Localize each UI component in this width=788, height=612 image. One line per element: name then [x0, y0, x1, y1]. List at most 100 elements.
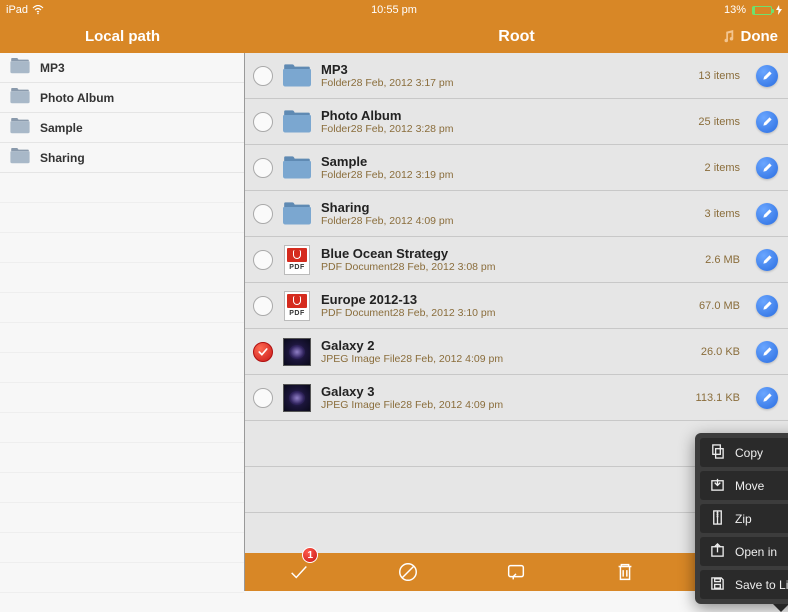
file-row[interactable]: Galaxy 3JPEG Image File28 Feb, 2012 4:09… [245, 375, 788, 421]
file-size: 13 items [698, 70, 740, 82]
menu-item-move[interactable]: Move [700, 471, 788, 500]
main-pane: MP3Folder28 Feb, 2012 3:17 pm 13 items Pho… [245, 53, 788, 591]
done-button[interactable]: Done [721, 28, 779, 45]
file-type: PDF Document [321, 261, 393, 273]
file-type: PDF Document [321, 307, 393, 319]
file-row[interactable]: PDF Europe 2012-13PDF Document28 Feb, 201… [245, 283, 788, 329]
row-checkbox[interactable] [253, 296, 273, 316]
sidebar-item-mp3[interactable]: MP3 [0, 53, 244, 83]
row-checkbox[interactable] [253, 388, 273, 408]
battery-pct: 13% [724, 4, 746, 16]
cancel-circle-icon [397, 561, 419, 583]
file-info: MP3Folder28 Feb, 2012 3:17 pm [321, 62, 688, 89]
charging-icon [776, 5, 782, 15]
menu-item-open-in[interactable]: Open in [700, 537, 788, 566]
file-date: 28 Feb, 2012 3:10 pm [393, 307, 496, 319]
menu-label: Copy [735, 446, 763, 460]
sidebar-label: MP3 [40, 61, 65, 75]
file-row[interactable]: Galaxy 2JPEG Image File28 Feb, 2012 4:09… [245, 329, 788, 375]
file-info: Galaxy 3JPEG Image File28 Feb, 2012 4:09… [321, 384, 686, 411]
selection-badge: 1 [302, 547, 318, 563]
delete-button[interactable] [600, 553, 650, 591]
menu-label: Zip [735, 512, 752, 526]
edit-button[interactable] [756, 387, 778, 409]
status-time: 10:55 pm [371, 4, 417, 16]
file-info: SampleFolder28 Feb, 2012 3:19 pm [321, 154, 695, 181]
nav-right-title: Root [498, 28, 534, 46]
select-all-button[interactable]: 1 [274, 553, 324, 591]
row-checkbox[interactable] [253, 158, 273, 178]
file-type: JPEG Image File [321, 353, 400, 365]
row-checkbox[interactable] [253, 342, 273, 362]
folder-icon [10, 58, 30, 77]
file-size: 25 items [698, 116, 740, 128]
file-type: Folder [321, 169, 351, 181]
sidebar-item-sample[interactable]: Sample [0, 113, 244, 143]
file-info: Blue Ocean StrategyPDF Document28 Feb, 2… [321, 246, 695, 273]
row-checkbox[interactable] [253, 66, 273, 86]
context-menu: Copy Move Zip Open in Save to Library [695, 433, 788, 604]
sidebar-label: Sharing [40, 151, 85, 165]
file-row[interactable]: PDF Blue Ocean StrategyPDF Document28 Feb… [245, 237, 788, 283]
actions-button[interactable] [491, 553, 541, 591]
file-date: 28 Feb, 2012 4:09 pm [400, 399, 503, 411]
file-row[interactable]: SharingFolder28 Feb, 2012 4:09 pm3 items [245, 191, 788, 237]
file-name: Sample [321, 154, 695, 169]
folder-icon [10, 118, 30, 137]
sidebar-item-photo-album[interactable]: Photo Album [0, 83, 244, 113]
row-checkbox[interactable] [253, 204, 273, 224]
file-info: Photo AlbumFolder28 Feb, 2012 3:28 pm [321, 108, 688, 135]
folder-icon [10, 148, 30, 167]
check-icon [288, 561, 310, 583]
menu-item-copy[interactable]: Copy [700, 438, 788, 467]
edit-button[interactable] [756, 65, 778, 87]
music-note-icon [721, 30, 735, 44]
folder-icon [283, 154, 311, 182]
file-info: Europe 2012-13PDF Document28 Feb, 2012 3… [321, 292, 689, 319]
sidebar-label: Sample [40, 121, 83, 135]
file-name: MP3 [321, 62, 688, 77]
menu-label: Open in [735, 545, 777, 559]
deselect-button[interactable] [383, 553, 433, 591]
file-info: SharingFolder28 Feb, 2012 4:09 pm [321, 200, 695, 227]
sidebar-label: Photo Album [40, 91, 114, 105]
file-size: 2 items [705, 162, 740, 174]
battery-icon [752, 6, 772, 15]
row-checkbox[interactable] [253, 250, 273, 270]
file-type: JPEG Image File [321, 399, 400, 411]
file-type: Folder [321, 215, 351, 227]
file-size: 67.0 MB [699, 300, 740, 312]
menu-item-save-to-library[interactable]: Save to Library [700, 570, 788, 599]
edit-button[interactable] [756, 203, 778, 225]
file-row[interactable]: Photo AlbumFolder28 Feb, 2012 3:28 pm 25 … [245, 99, 788, 145]
file-name: Galaxy 2 [321, 338, 691, 353]
zip-icon [710, 510, 725, 528]
file-name: Blue Ocean Strategy [321, 246, 695, 261]
sidebar-item-sharing[interactable]: Sharing [0, 143, 244, 173]
file-date: 28 Feb, 2012 4:09 pm [400, 353, 503, 365]
file-size: 2.6 MB [705, 254, 740, 266]
edit-button[interactable] [756, 157, 778, 179]
menu-item-zip[interactable]: Zip [700, 504, 788, 533]
pdf-icon: PDF [283, 292, 311, 320]
edit-button[interactable] [756, 249, 778, 271]
status-bar: iPad 10:55 pm 13% [0, 0, 788, 20]
image-icon [283, 338, 311, 366]
pdf-icon: PDF [283, 246, 311, 274]
row-checkbox[interactable] [253, 112, 273, 132]
file-row[interactable]: SampleFolder28 Feb, 2012 3:19 pm 2 items [245, 145, 788, 191]
wifi-icon [32, 5, 44, 15]
menu-label: Save to Library [735, 578, 788, 592]
file-row[interactable]: MP3Folder28 Feb, 2012 3:17 pm 13 items [245, 53, 788, 99]
folder-icon [283, 200, 311, 228]
edit-button[interactable] [756, 341, 778, 363]
folder-icon [10, 88, 30, 107]
edit-button[interactable] [756, 295, 778, 317]
edit-button[interactable] [756, 111, 778, 133]
file-type: Folder [321, 123, 351, 135]
action-icon [505, 561, 527, 583]
copy-icon [710, 444, 725, 462]
file-type: Folder [321, 77, 351, 89]
folder-icon [283, 62, 311, 90]
nav-left-title: Local path [0, 20, 245, 53]
